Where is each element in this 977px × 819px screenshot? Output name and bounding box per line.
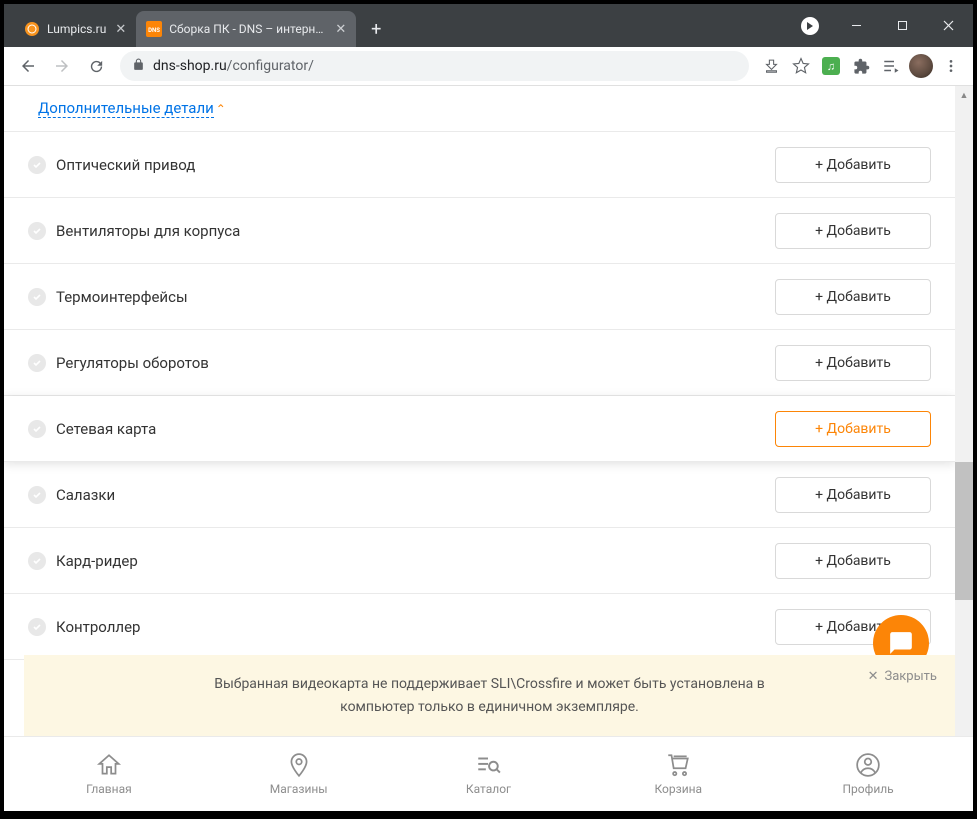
page-content: Дополнительные детали⌃ Оптический привод…	[4, 86, 955, 736]
url-text: dns-shop.ru/configurator/	[153, 58, 737, 74]
category-row: Сетевая карта + Добавить	[4, 396, 955, 462]
forward-button[interactable]	[46, 50, 78, 82]
add-button[interactable]: + Добавить	[775, 411, 931, 447]
check-circle-icon	[28, 486, 46, 504]
check-circle-icon	[28, 420, 46, 438]
category-label: Контроллер	[56, 618, 140, 636]
nav-cart[interactable]: Корзина	[583, 752, 773, 796]
category-row: Регуляторы оборотов + Добавить	[4, 330, 955, 396]
browser-tab-lumpics[interactable]: Lumpics.ru ✕	[14, 11, 136, 47]
banner-text: Выбранная видеокарта не поддерживает SLI…	[190, 673, 790, 718]
bookmark-star-icon[interactable]	[787, 52, 815, 80]
extensions-puzzle-icon[interactable]	[847, 52, 875, 80]
home-icon	[96, 752, 122, 778]
add-button[interactable]: + Добавить	[775, 279, 931, 315]
banner-close-button[interactable]: ✕ Закрыть	[868, 669, 937, 684]
additional-details-toggle[interactable]: Дополнительные детали	[38, 99, 214, 118]
favicon-orange-icon	[24, 21, 40, 37]
browser-menu-button[interactable]	[937, 52, 965, 80]
close-window-button[interactable]	[925, 10, 971, 42]
check-circle-icon	[28, 354, 46, 372]
add-button[interactable]: + Добавить	[775, 213, 931, 249]
reload-button[interactable]	[80, 50, 112, 82]
category-label: Салазки	[56, 486, 115, 504]
scrollbar-thumb[interactable]	[955, 462, 973, 600]
category-label: Термоинтерфейсы	[56, 288, 188, 306]
new-tab-button[interactable]: +	[362, 15, 390, 43]
category-row: Термоинтерфейсы + Добавить	[4, 264, 955, 330]
nav-home[interactable]: Главная	[14, 752, 204, 796]
chat-icon	[888, 630, 914, 656]
cast-icon	[801, 17, 819, 35]
nav-stores[interactable]: Магазины	[204, 752, 394, 796]
tab-title: Lumpics.ru	[47, 22, 106, 36]
add-button[interactable]: + Добавить	[775, 345, 931, 381]
check-circle-icon	[28, 288, 46, 306]
bottom-nav: Главная Магазины Каталог Корзина Профиль	[4, 736, 973, 811]
nav-profile[interactable]: Профиль	[773, 752, 963, 796]
lock-icon	[132, 58, 145, 75]
minimize-button[interactable]	[833, 10, 879, 42]
browser-titlebar: Lumpics.ru ✕ DNS Сборка ПК - DNS – интер…	[4, 4, 973, 47]
add-button[interactable]: + Добавить	[775, 147, 931, 183]
category-row: Оптический привод + Добавить	[4, 132, 955, 198]
category-label: Сетевая карта	[56, 420, 156, 438]
profile-icon	[855, 752, 881, 778]
maximize-button[interactable]	[879, 10, 925, 42]
catalog-icon	[475, 752, 501, 778]
cast-button[interactable]	[787, 10, 833, 42]
extension-music-icon[interactable]: ♫	[817, 52, 845, 80]
browser-tab-dns[interactable]: DNS Сборка ПК - DNS – интернет ма ✕	[136, 11, 356, 47]
check-circle-icon	[28, 618, 46, 636]
warning-banner: Выбранная видеокарта не поддерживает SLI…	[24, 655, 955, 736]
favicon-dns-icon: DNS	[146, 21, 162, 37]
install-app-icon[interactable]	[757, 52, 785, 80]
cart-icon	[665, 752, 691, 778]
address-bar-row: dns-shop.ru/configurator/ ♫	[4, 47, 973, 86]
pin-icon	[286, 752, 312, 778]
category-row: Салазки + Добавить	[4, 462, 955, 528]
scroll-up-arrow-icon[interactable]: ▲	[955, 86, 973, 104]
scrollbar-track[interactable]: ▲ ▼	[955, 86, 973, 811]
category-label: Оптический привод	[56, 156, 195, 174]
nav-catalog[interactable]: Каталог	[394, 752, 584, 796]
address-bar[interactable]: dns-shop.ru/configurator/	[120, 51, 749, 81]
tab-close-icon[interactable]: ✕	[333, 21, 348, 38]
category-label: Вентиляторы для корпуса	[56, 222, 240, 240]
check-circle-icon	[28, 222, 46, 240]
check-circle-icon	[28, 156, 46, 174]
category-row: Контроллер+ Добавить	[4, 594, 955, 660]
add-button[interactable]: + Добавить	[775, 543, 931, 579]
chevron-up-icon: ⌃	[216, 102, 226, 116]
svg-text:DNS: DNS	[148, 27, 160, 34]
category-label: Регуляторы оборотов	[56, 354, 209, 372]
close-icon: ✕	[868, 669, 879, 684]
reading-list-icon[interactable]	[877, 52, 905, 80]
add-button[interactable]: + Добавить	[775, 477, 931, 513]
category-label: Кард-ридер	[56, 552, 138, 570]
tab-close-icon[interactable]: ✕	[113, 21, 128, 38]
category-row: Вентиляторы для корпуса + Добавить	[4, 198, 955, 264]
profile-avatar[interactable]	[907, 52, 935, 80]
tab-title: Сборка ПК - DNS – интернет ма	[169, 22, 326, 36]
back-button[interactable]	[12, 50, 44, 82]
category-row: Кард-ридер + Добавить	[4, 528, 955, 594]
check-circle-icon	[28, 552, 46, 570]
